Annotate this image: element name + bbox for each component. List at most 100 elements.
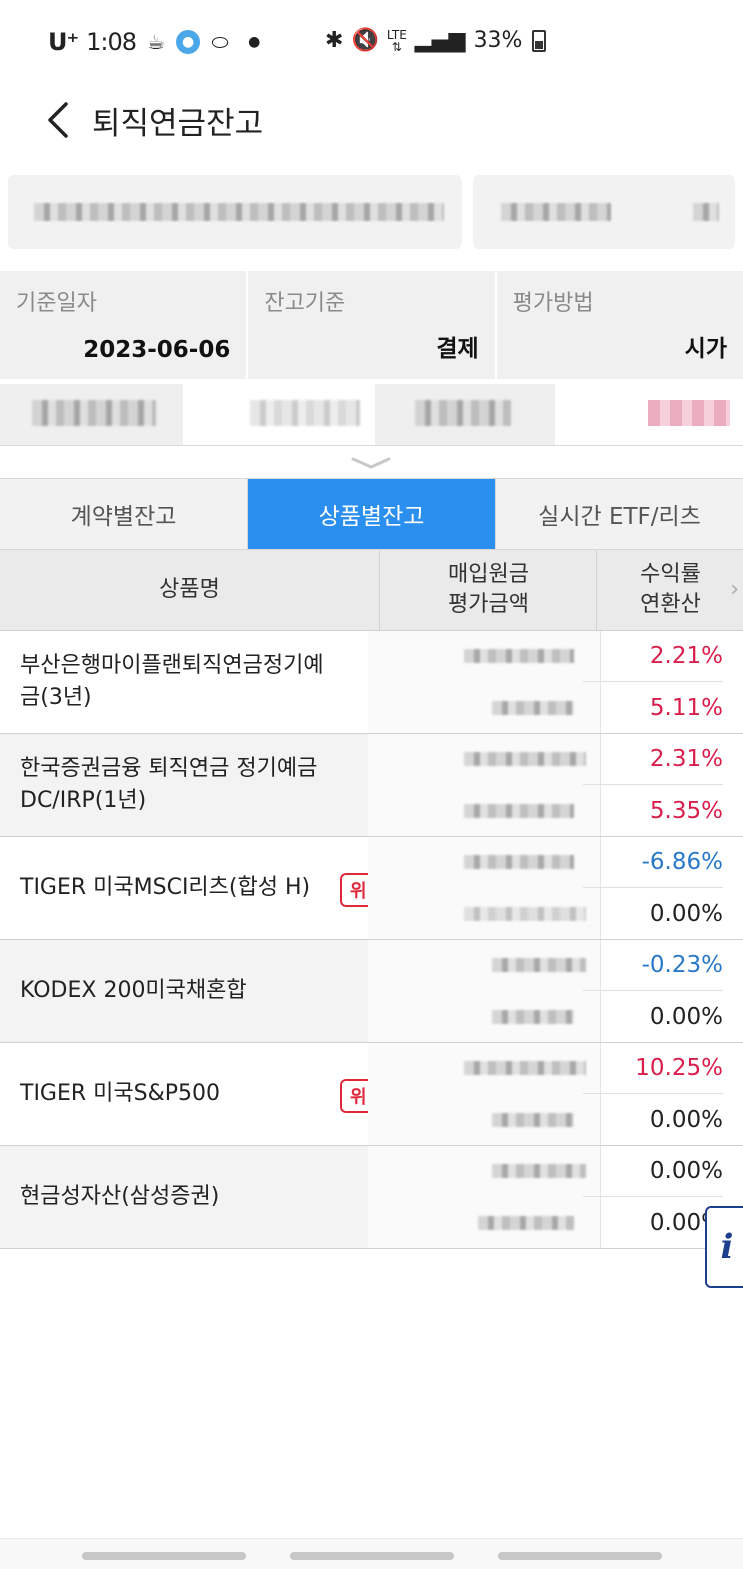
principal-cell [368,1146,600,1248]
clock-time: 1:08 [86,28,137,56]
page-title: 퇴직연금잔고 [92,106,264,142]
lte-icon: LTE ⇅ [386,27,407,54]
status-bar-left: U⁺ 1:08 ☕ ● ⬭ ● [48,28,260,56]
annualized-rate: 5.11% [649,694,723,721]
pill-icon: ⬭ [211,30,229,54]
return-rate: 2.21% [583,631,723,682]
network-label: LTE [386,27,407,42]
tab-realtime-etf[interactable]: 실시간 ETF/리츠 [496,479,743,549]
summary-cell [184,384,374,445]
table-row[interactable]: 부산은행마이플랜퇴직연금정기예금(3년) 2.21% 5.11% [0,631,743,734]
account-selector-row [8,175,735,249]
expand-toggle[interactable] [349,455,393,471]
annualized-rate: 0.00% [649,900,723,927]
redacted-value [464,1061,586,1075]
redacted-value [250,400,360,426]
table-row[interactable]: 현금성자산(삼성증권) 0.00% 0.00% [0,1146,743,1249]
info-icon: i [720,1227,734,1267]
annualized-rate: 0.00% [649,1209,723,1236]
header-label: 매입원금 [448,562,529,587]
carrier-label: U⁺ [48,28,79,56]
table-row[interactable]: TIGER 미국MSCI리츠(합성 H) 위 -6.86% 0.00% [0,837,743,940]
product-name: 한국증권금융 퇴직연금 정기예금 DC/IRP(1년) [20,756,318,813]
table-row[interactable]: TIGER 미국S&P500 위 10.25% 0.00% [0,1043,743,1146]
header-principal: 매입원금 평가금액 [381,550,597,630]
tab-contract-balance[interactable]: 계약별잔고 [0,479,248,549]
account-type-select[interactable] [473,175,735,249]
chevron-down-icon [351,457,391,469]
account-number-select[interactable] [8,175,462,249]
signal-icon: ▂▄▆ [414,28,466,53]
principal-cell [368,837,600,939]
redacted-value [492,1164,586,1178]
table-row[interactable]: 한국증권금융 퇴직연금 정기예금 DC/IRP(1년) 2.31% 5.35% [0,734,743,837]
info-label: 기준일자 [16,291,97,316]
product-table: 부산은행마이플랜퇴직연금정기예금(3년) 2.21% 5.11% 한국증권금융 … [0,631,743,1249]
back-button[interactable] [38,98,82,142]
battery-percent: 33% [473,28,523,53]
annualized-rate: 0.00% [649,1106,723,1133]
redacted-account-type [501,203,611,221]
redacted-value [492,1113,574,1127]
chevron-right-icon[interactable]: › [730,577,739,602]
info-value: 결제 [436,336,479,362]
info-label: 잔고기준 [264,291,346,316]
redacted-value [464,855,574,869]
principal-cell [368,1043,600,1145]
principal-cell [368,631,600,733]
info-base-date: 기준일자 2023-06-06 [0,271,247,379]
info-button[interactable]: i [705,1206,743,1288]
header-label: 수익률 [640,562,701,587]
return-rate: -0.23% [583,940,723,991]
redacted-value [464,752,586,766]
table-row[interactable]: KODEX 200미국채혼합 -0.23% 0.00% [0,940,743,1043]
product-name: TIGER 미국S&P500 [20,1081,221,1106]
info-value: 시가 [684,336,727,362]
product-name: TIGER 미국MSCI리츠(합성 H) [20,875,311,900]
return-rate: 0.00% [583,1146,723,1197]
redacted-value [464,804,574,818]
redacted-value [492,958,586,972]
return-rate: -6.86% [583,837,723,888]
annualized-rate: 0.00% [649,1003,723,1030]
redacted-account-extra [693,203,719,221]
return-rate: 10.25% [583,1043,723,1094]
tab-product-balance[interactable]: 상품별잔고 [248,479,496,549]
redacted-value [492,701,574,715]
product-name: KODEX 200미국채혼합 [20,978,247,1003]
header-label: 상품명 [159,577,220,602]
info-value: 2023-06-06 [83,337,231,363]
chevron-left-icon [48,102,68,138]
redacted-value [478,1216,574,1230]
principal-cell [368,734,600,836]
dot-icon: ● [248,34,261,50]
product-name: 현금성자산(삼성증권) [20,1184,220,1209]
nav-home-button[interactable] [290,1552,454,1560]
info-valuation-method: 평가방법 시가 [496,271,743,379]
coffee-icon: ☕ [147,30,166,54]
nav-back-button[interactable] [498,1552,662,1560]
summary-cell [0,384,183,445]
redacted-account [34,203,444,221]
tab-bar: 계약별잔고 상품별잔고 실시간 ETF/리츠 [0,478,743,550]
redacted-value [648,400,730,426]
redacted-value [32,400,156,426]
info-balance-basis: 잔고기준 결제 [248,271,495,379]
app-header: 퇴직연금잔고 [0,88,743,168]
redacted-value [464,907,586,921]
nav-recent-button[interactable] [82,1552,246,1560]
bluetooth-icon: ✱ [325,28,344,53]
table-header: 상품명 매입원금 평가금액 수익률 연환산 › [0,550,743,631]
status-bar: U⁺ 1:08 ☕ ● ⬭ ● ✱ 🔇 LTE ⇅ ▂▄▆ 33% [0,0,743,88]
annualized-rate: 5.35% [649,797,723,824]
product-name: 부산은행마이플랜퇴직연금정기예금(3년) [20,653,324,710]
header-label: 연환산 [640,592,701,617]
summary-cell [375,384,555,445]
system-nav-bar [0,1538,743,1569]
header-label: 평가금액 [448,592,529,617]
redacted-value [492,1010,574,1024]
status-bar-right: ✱ 🔇 LTE ⇅ ▂▄▆ 33% [325,27,547,54]
redacted-value [415,400,511,426]
summary-cell [556,384,742,445]
mute-icon: 🔇 [351,28,379,53]
